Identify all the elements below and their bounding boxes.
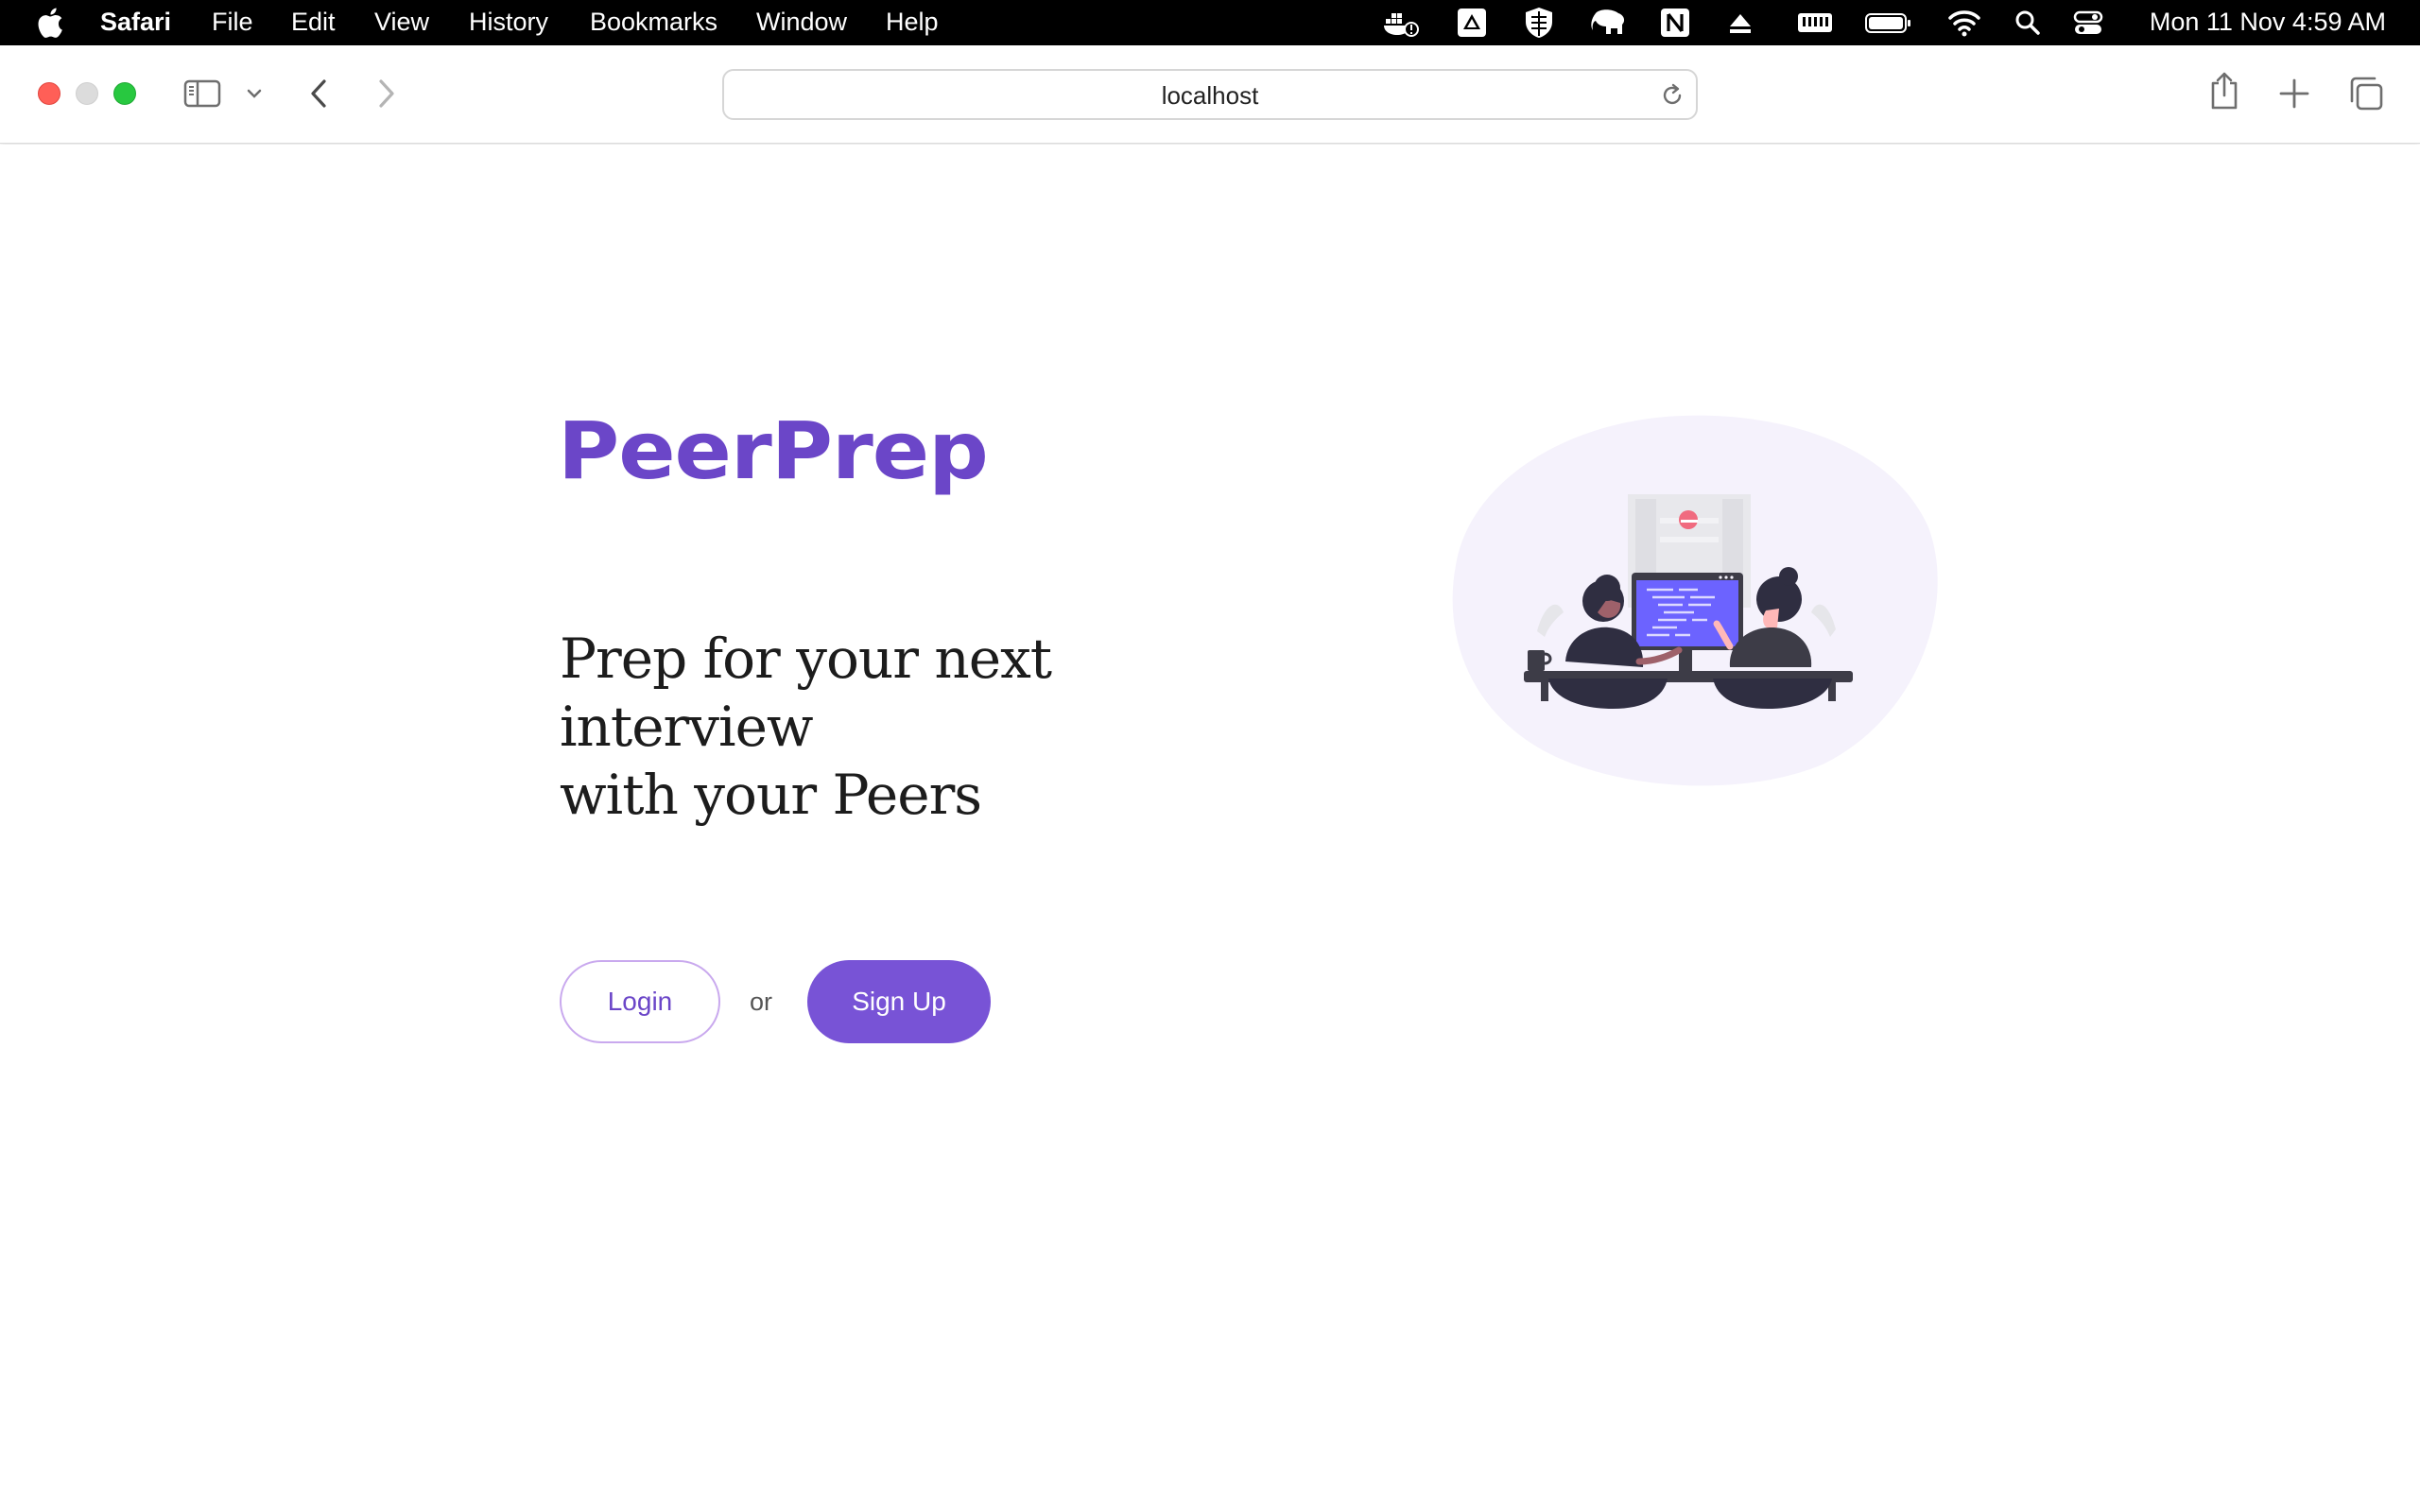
minimize-window-button[interactable] xyxy=(76,82,98,105)
tabs-overview-icon[interactable] xyxy=(2348,76,2384,112)
forward-icon[interactable] xyxy=(376,77,397,110)
signup-button[interactable]: Sign Up xyxy=(807,960,991,1043)
menu-window[interactable]: Window xyxy=(756,0,847,45)
browser-toolbar: localhost xyxy=(0,45,2420,144)
menu-bar: Safari File Edit View History Bookmarks … xyxy=(0,0,2420,45)
menu-history[interactable]: History xyxy=(469,0,548,45)
battery-icon[interactable] xyxy=(1864,6,1913,40)
tagline-line-1: Prep for your next interview xyxy=(560,627,1052,759)
chevron-down-icon[interactable] xyxy=(246,85,263,102)
menu-edit[interactable]: Edit xyxy=(291,0,336,45)
vpn-icon[interactable] xyxy=(1522,6,1556,40)
menu-file[interactable]: File xyxy=(212,0,253,45)
memory-icon[interactable] xyxy=(1796,6,1834,40)
address-bar[interactable]: localhost xyxy=(722,69,1698,120)
new-tab-icon[interactable] xyxy=(2278,77,2310,110)
page-content: PeerPrep Prep for your next interview wi… xyxy=(0,145,2420,1512)
close-window-button[interactable] xyxy=(38,82,60,105)
zoom-window-button[interactable] xyxy=(113,82,136,105)
hero-tagline: Prep for your next interview with your P… xyxy=(560,625,1278,829)
drive-icon[interactable] xyxy=(1456,6,1488,40)
tagline-line-2: with your Peers xyxy=(560,763,982,827)
menu-view[interactable]: View xyxy=(374,0,429,45)
apple-logo-icon[interactable] xyxy=(36,8,64,38)
reload-icon[interactable] xyxy=(1660,83,1685,108)
share-icon[interactable] xyxy=(2208,70,2240,112)
menu-help[interactable]: Help xyxy=(886,0,939,45)
menubar-clock[interactable]: Mon 11 Nov 4:59 AM xyxy=(2150,0,2386,43)
login-button[interactable]: Login xyxy=(560,960,720,1043)
hero-illustration xyxy=(1452,415,1938,786)
docker-icon[interactable] xyxy=(1382,6,1420,40)
search-icon[interactable] xyxy=(2014,6,2042,40)
brand-logo: PeerPrep xyxy=(558,404,989,497)
wifi-icon[interactable] xyxy=(1947,6,1981,40)
control-center-icon[interactable] xyxy=(2072,6,2104,40)
sidebar-icon[interactable] xyxy=(183,79,221,108)
back-icon[interactable] xyxy=(308,77,329,110)
menu-bookmarks[interactable]: Bookmarks xyxy=(590,0,717,45)
eject-icon[interactable] xyxy=(1726,6,1754,40)
tableplus-elephant-icon[interactable] xyxy=(1590,6,1628,40)
notion-icon[interactable] xyxy=(1659,6,1691,40)
menu-safari[interactable]: Safari xyxy=(100,0,171,45)
url-text[interactable]: localhost xyxy=(724,71,1696,120)
or-separator: or xyxy=(750,988,773,1016)
